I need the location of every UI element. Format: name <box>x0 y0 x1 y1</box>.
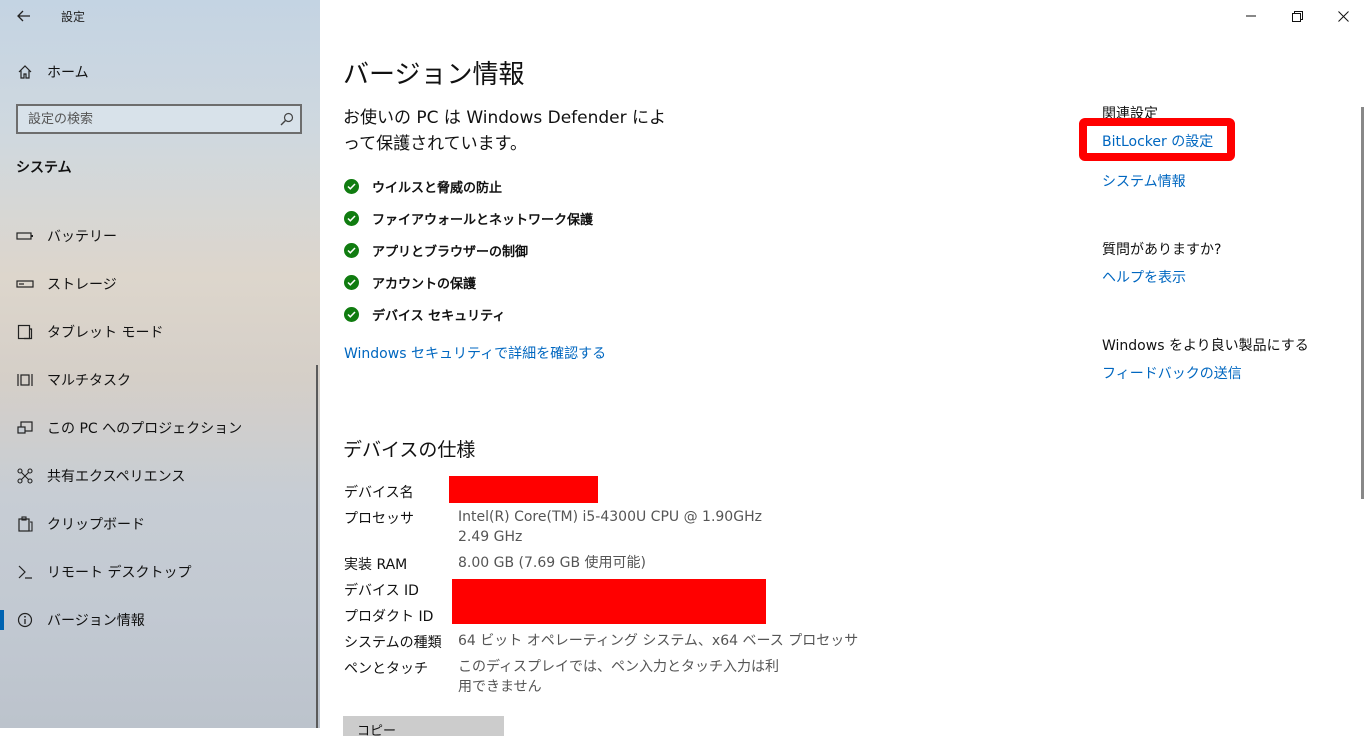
check-icon <box>344 178 359 194</box>
sidebar-item-remote-desktop[interactable]: リモート デスクトップ <box>0 552 318 592</box>
protection-item: ウイルスと脅威の防止 <box>344 176 502 196</box>
windows-security-link[interactable]: Windows セキュリティで詳細を確認する <box>344 343 606 363</box>
improve-windows-header: Windows をより良い製品にする <box>1102 338 1309 354</box>
spec-value-processor: Intel(R) Core(TM) i5-4300U CPU @ 1.90GHz… <box>458 509 762 545</box>
redaction-block <box>449 476 598 503</box>
close-icon <box>1337 10 1349 22</box>
sidebar-item-storage[interactable]: ストレージ <box>0 264 318 304</box>
sidebar-item-label: ストレージ <box>47 277 117 293</box>
check-icon <box>344 306 359 322</box>
spec-label-processor: プロセッサ <box>344 511 414 527</box>
projection-icon <box>16 419 34 437</box>
spec-label-pen-touch: ペンとタッチ <box>344 661 428 677</box>
spec-label-device-id: デバイス ID <box>344 583 419 599</box>
protection-label: ウイルスと脅威の防止 <box>372 180 503 196</box>
device-spec-header: デバイスの仕様 <box>343 439 476 461</box>
search-input[interactable] <box>18 110 270 128</box>
spec-value-ram: 8.00 GB (7.69 GB 使用可能) <box>458 555 646 571</box>
spec-label-product-id: プロダクト ID <box>344 609 434 625</box>
sidebar-item-label: この PC へのプロジェクション <box>47 421 243 437</box>
sidebar-item-label: リモート デスクトップ <box>47 565 192 581</box>
spec-value-pen-touch: このディスプレイでは、ペン入力とタッチ入力は利用できません <box>458 659 780 695</box>
sidebar: 設定 ホーム システム バッテリー ストレージ タブレット モード マルチタスク <box>0 0 320 728</box>
sidebar-item-label: バージョン情報 <box>47 613 145 629</box>
battery-icon <box>16 227 34 245</box>
spec-label-device-name: デバイス名 <box>344 485 414 501</box>
sidebar-item-battery[interactable]: バッテリー <box>0 216 318 256</box>
question-header: 質問がありますか? <box>1102 242 1222 258</box>
sidebar-item-label: バッテリー <box>47 229 117 245</box>
sidebar-item-multitask[interactable]: マルチタスク <box>0 360 318 400</box>
system-info-link[interactable]: システム情報 <box>1102 171 1186 191</box>
close-button[interactable] <box>1320 0 1366 32</box>
protection-item: アプリとブラウザーの制御 <box>344 240 528 260</box>
tablet-mode-icon <box>16 323 34 341</box>
app-title: 設定 <box>61 10 86 24</box>
spec-label-ram: 実装 RAM <box>344 557 408 573</box>
sidebar-scrollbar[interactable] <box>316 365 318 728</box>
protection-item: ファイアウォールとネットワーク保護 <box>344 208 593 228</box>
minimize-button[interactable] <box>1228 0 1274 32</box>
search-box[interactable] <box>16 104 302 134</box>
spec-value-system-type: 64 ビット オペレーティング システム、x64 ベース プロセッサ <box>458 633 859 649</box>
defender-status-text: お使いの PC は Windows Defender によって保護されています。 <box>343 108 667 154</box>
sidebar-item-label: タブレット モード <box>47 325 164 341</box>
clipboard-icon <box>16 515 34 533</box>
spec-label-system-type: システムの種類 <box>344 635 442 651</box>
restore-button[interactable] <box>1274 0 1320 32</box>
check-icon <box>344 242 359 258</box>
sidebar-item-shared-experience[interactable]: 共有エクスペリエンス <box>0 456 318 496</box>
feedback-link[interactable]: フィードバックの送信 <box>1102 363 1242 383</box>
search-icon[interactable] <box>280 112 294 126</box>
sidebar-item-label: クリップボード <box>47 517 145 533</box>
minimize-icon <box>1246 15 1256 17</box>
redaction-block <box>452 579 766 624</box>
sidebar-item-label: 共有エクスペリエンス <box>47 469 186 485</box>
multitask-icon <box>16 371 34 389</box>
main-scrollbar[interactable] <box>1361 107 1364 499</box>
check-icon <box>344 210 359 226</box>
help-link[interactable]: ヘルプを表示 <box>1102 267 1186 287</box>
info-icon <box>16 611 34 629</box>
home-icon <box>16 63 34 81</box>
protection-label: デバイス セキュリティ <box>372 308 506 324</box>
storage-icon <box>16 275 34 293</box>
protection-item: アカウントの保護 <box>344 272 476 292</box>
remote-desktop-icon <box>16 563 34 581</box>
copy-button-label: コピー <box>357 724 397 736</box>
sidebar-item-tablet-mode[interactable]: タブレット モード <box>0 312 318 352</box>
sidebar-item-label: マルチタスク <box>47 373 131 389</box>
protection-item: デバイス セキュリティ <box>344 304 505 324</box>
protection-label: アプリとブラウザーの制御 <box>372 244 529 260</box>
copy-button[interactable]: コピー <box>343 716 504 736</box>
shared-experience-icon <box>16 467 34 485</box>
sidebar-item-about[interactable]: バージョン情報 <box>0 600 318 640</box>
page-title: バージョン情報 <box>343 60 525 90</box>
title-bar: 設定 <box>0 0 320 32</box>
protection-label: ファイアウォールとネットワーク保護 <box>372 212 594 228</box>
sidebar-item-clipboard[interactable]: クリップボード <box>0 504 318 544</box>
check-icon <box>344 274 359 290</box>
section-header: システム <box>16 160 72 176</box>
back-button[interactable] <box>10 4 38 28</box>
protection-label: アカウントの保護 <box>372 276 477 292</box>
highlight-annotation <box>1079 118 1235 161</box>
back-arrow-icon <box>17 10 30 22</box>
sidebar-item-label: ホーム <box>47 65 89 81</box>
sidebar-item-home[interactable]: ホーム <box>0 52 318 92</box>
sidebar-item-projection[interactable]: この PC へのプロジェクション <box>0 408 318 448</box>
restore-icon <box>1291 10 1303 22</box>
